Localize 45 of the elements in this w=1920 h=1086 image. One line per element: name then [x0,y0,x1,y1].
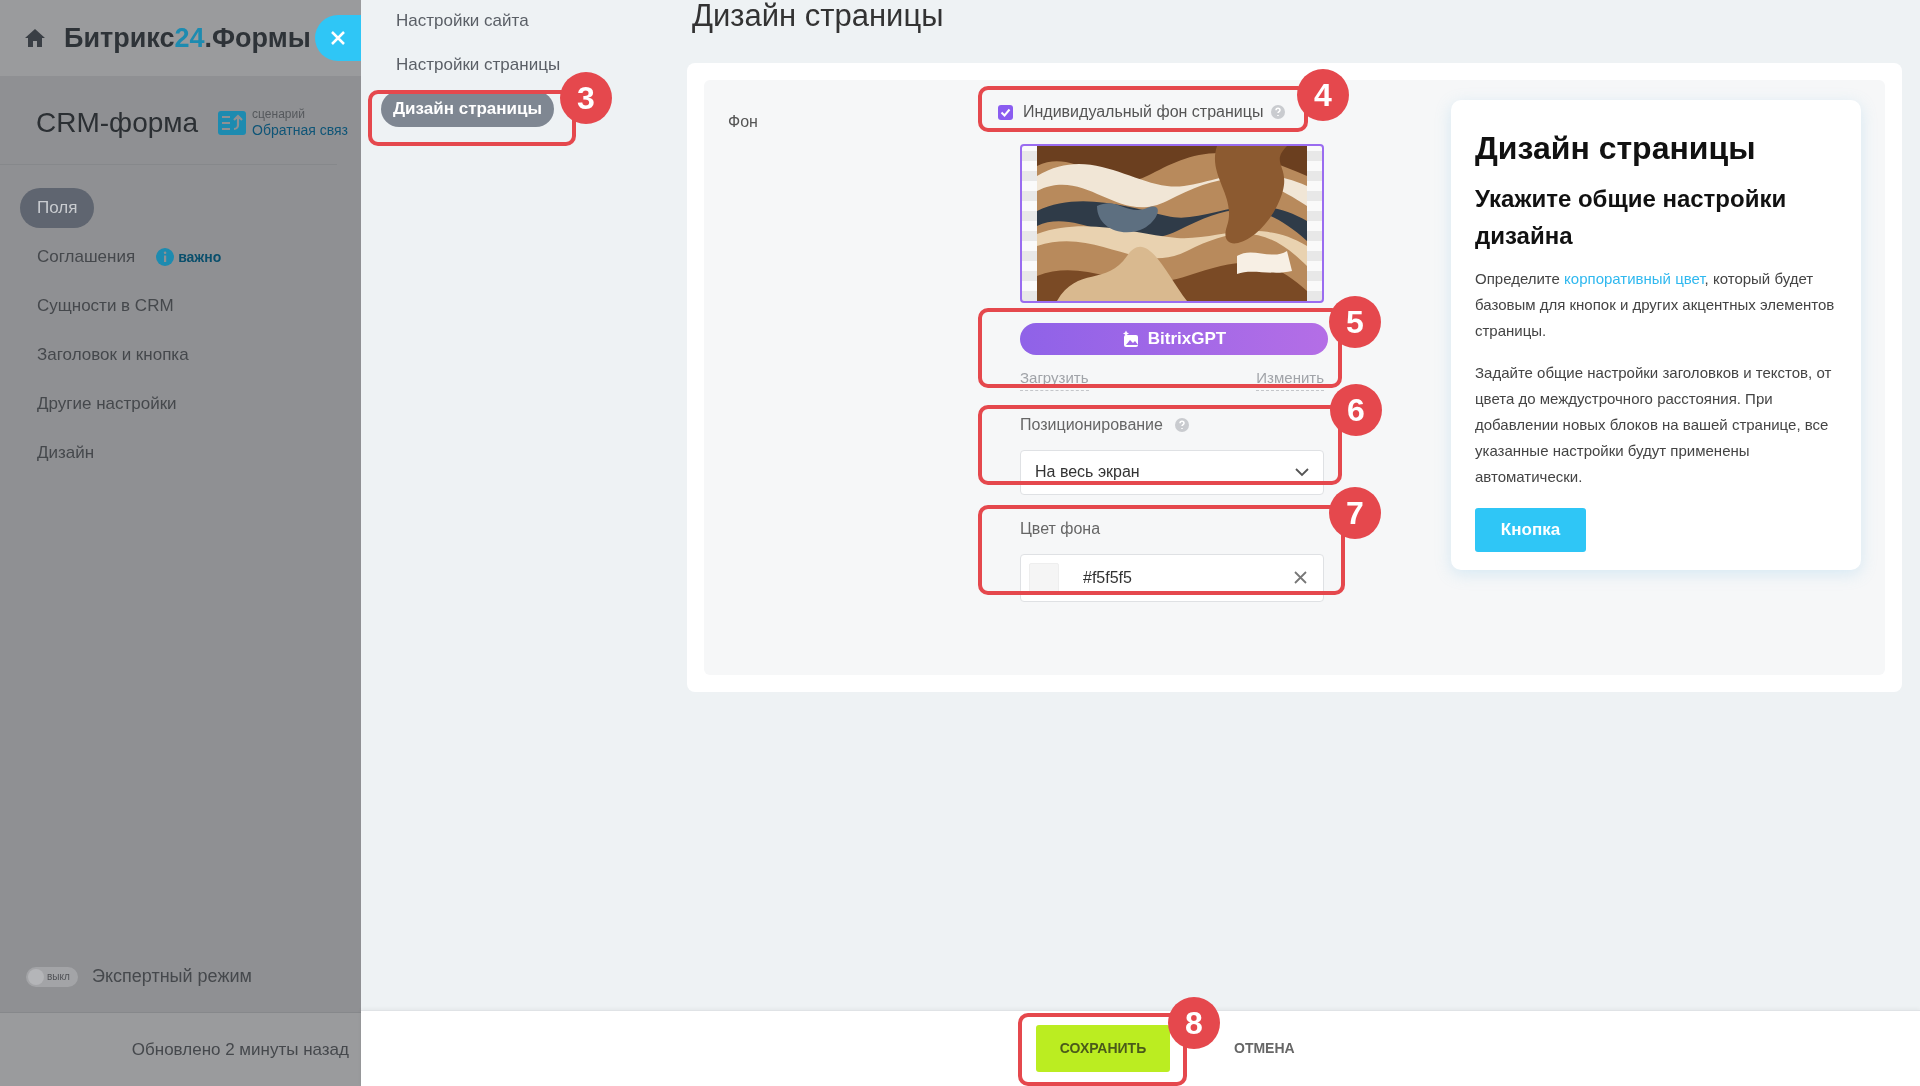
preview-paragraph: Определите корпоративный цвет, который будет базовым для кнопок и других акцентных элементов страницы. [1475,269,1836,341]
sidebar-item[interactable]: Заголовок и кнопка [20,335,206,375]
info-icon [156,248,175,266]
checkbox[interactable] [998,104,1013,120]
upload-link[interactable]: Загрузить [1020,367,1089,391]
sidebar-item[interactable]: Поля [20,188,95,228]
positioning-select[interactable]: На весь экран [1020,449,1324,495]
subnav-item[interactable]: Настройки сайта [381,8,544,34]
sidebar-item[interactable]: Другие настройки [20,384,194,424]
clear-icon[interactable] [1294,571,1307,584]
app-title: Битрикс24.Формы [64,21,311,55]
step-badge: 3 [560,72,612,124]
section-label: Фон [728,113,758,130]
sidebar-item[interactable]: Сущности в CRM [20,286,191,326]
chevron-down-icon [1295,467,1309,477]
checkbox-label: Индивидуальный фон страницы [1023,102,1264,122]
color-swatch[interactable] [1029,562,1059,593]
page-title: Дизайн страницы [691,0,945,35]
image-sparkle-icon [1121,330,1140,348]
scenario-icon [218,111,247,135]
preview-button[interactable]: Кнопка [1475,508,1586,552]
expert-mode-label: Экспертный режим [92,965,252,988]
step-badge: 8 [1168,997,1220,1049]
field-label: Позиционирование [1020,414,1163,435]
scenario-link[interactable]: Обратная связ [252,121,348,140]
close-icon [331,31,345,45]
updated-time: Обновлено 2 минуты назад [131,1038,349,1061]
cancel-button[interactable]: ОТМЕНА [1234,1038,1295,1059]
preview-title: Дизайн страницы [1475,129,1757,168]
home-icon[interactable] [24,28,46,48]
sidebar-item[interactable]: Дизайн [20,433,112,473]
sidebar-item[interactable]: Соглашения [20,237,153,277]
color-field[interactable]: #f5f5f5 [1020,553,1324,602]
bitrixgpt-button[interactable]: BitrixGPT [1020,323,1328,355]
important-label: важно [178,247,222,267]
form-title: CRM-форма [36,106,199,140]
close-button[interactable] [315,15,361,61]
corporate-color-link[interactable]: корпоративный цвет [1564,270,1705,287]
scenario-label: сценарий [252,106,306,122]
preview-subtitle: Укажите общие настройки дизайна [1475,184,1788,251]
field-label: Цвет фона [1020,518,1102,539]
expert-toggle[interactable]: выкл [26,966,78,987]
change-link[interactable]: Изменить [1256,367,1324,391]
preview-paragraph: Задайте общие настройки заголовков и текстов, от цвета до междустрочного расстояния. При добавлении новых блоков на вашей странице, все указанные настройки будут применены автоматически. [1475,363,1833,487]
save-button[interactable]: СОХРАНИТЬ [1036,1025,1170,1072]
